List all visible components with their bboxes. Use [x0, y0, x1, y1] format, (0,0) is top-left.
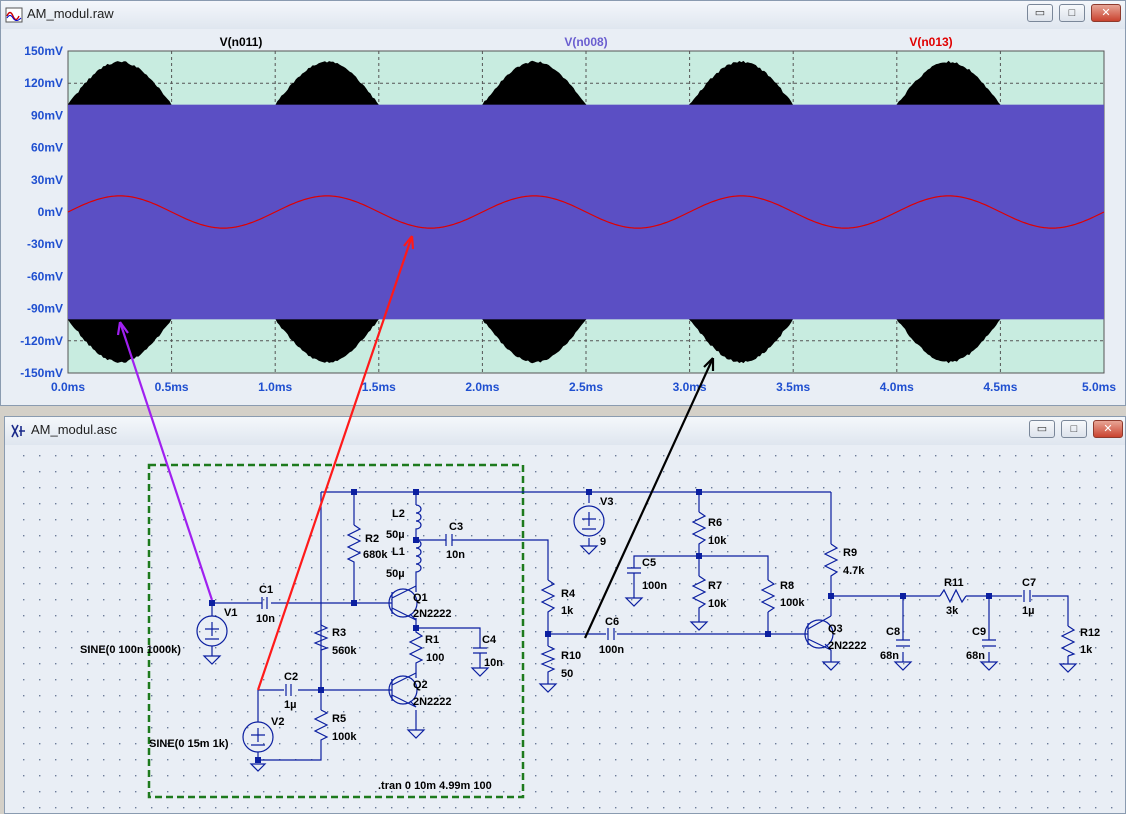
y-tick-label: -90mV [27, 302, 63, 316]
x-tick-label: 5.0ms [1082, 380, 1116, 394]
y-tick-label: 0mV [38, 205, 63, 219]
maximize-button[interactable]: □ [1059, 4, 1085, 22]
waveform-window-title: AM_modul.raw [27, 6, 114, 21]
y-axis-ticks: 150mV 120mV 90mV 60mV 30mV 0mV -30mV -60mV -90mV… [20, 44, 63, 380]
maximize-button[interactable]: □ [1061, 420, 1087, 438]
y-tick-label: 60mV [31, 141, 63, 155]
trace-label-v-n011[interactable]: V(n011) [220, 35, 263, 49]
x-tick-label: 1.0ms [258, 380, 292, 394]
waveform-plot[interactable]: 150mV 120mV 90mV 60mV 30mV 0mV -30mV -60mV -90mV… [1, 29, 1126, 407]
waveform-window[interactable]: AM_modul.raw ▭ □ ✕ 150mV 120mV 90mV 60mV 30m… [0, 0, 1126, 406]
y-tick-label: -30mV [27, 237, 63, 251]
x-tick-label: 0.5ms [155, 380, 189, 394]
y-tick-label: -60mV [27, 269, 63, 283]
waveform-titlebar[interactable]: AM_modul.raw ▭ □ ✕ [1, 1, 1125, 29]
y-tick-label: 30mV [31, 173, 63, 187]
schematic-window-title: AM_modul.asc [31, 422, 117, 437]
y-tick-label: -150mV [20, 366, 63, 380]
schematic-titlebar[interactable]: AM_modul.asc ▭ □ ✕ [5, 417, 1125, 445]
schematic-app-icon [9, 422, 27, 440]
x-tick-label: 4.5ms [983, 380, 1017, 394]
trace-label-v-n013[interactable]: V(n013) [909, 35, 952, 49]
minimize-button[interactable]: ▭ [1029, 420, 1055, 438]
x-tick-label: 4.0ms [880, 380, 914, 394]
close-button[interactable]: ✕ [1091, 4, 1121, 22]
minimize-button[interactable]: ▭ [1027, 4, 1053, 22]
y-tick-label: 90mV [31, 108, 63, 122]
x-tick-label: 0.0ms [51, 380, 85, 394]
x-axis-ticks: 0.0ms 0.5ms 1.0ms 1.5ms 2.0ms 2.5ms 3.0ms 3.5ms… [51, 380, 1116, 394]
y-tick-label: -120mV [20, 334, 63, 348]
x-tick-label: 1.5ms [362, 380, 396, 394]
x-tick-label: 3.5ms [776, 380, 810, 394]
trace-label-v-n008[interactable]: V(n008) [564, 35, 607, 49]
x-tick-label: 3.0ms [673, 380, 707, 394]
y-tick-label: 120mV [24, 76, 63, 90]
schematic-window[interactable]: AM_modul.asc ▭ □ ✕ [4, 416, 1126, 814]
close-button[interactable]: ✕ [1093, 420, 1123, 438]
waveform-app-icon [5, 6, 23, 24]
x-tick-label: 2.0ms [465, 380, 499, 394]
x-tick-label: 2.5ms [569, 380, 603, 394]
y-tick-label: 150mV [24, 44, 63, 58]
